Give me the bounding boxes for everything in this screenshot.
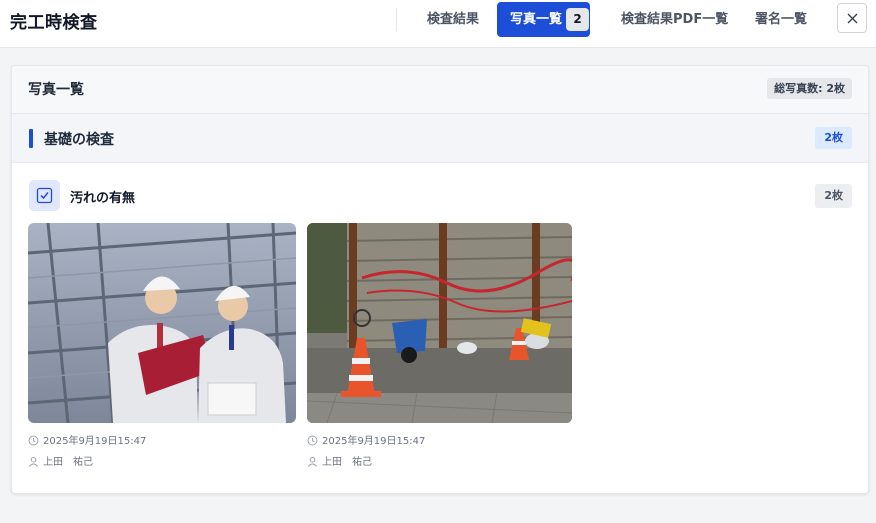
section-title: 基礎の検査 [44, 132, 114, 148]
tab-inspection-results[interactable]: 検査結果 [427, 2, 479, 37]
photo-count-badge: 2 [566, 8, 589, 31]
item-photo-count: 2枚 [815, 184, 852, 208]
tab-photo-list[interactable]: 写真一覧 2 [497, 2, 590, 37]
photo-workers-image [28, 223, 296, 423]
photo-1-user: 上田 祐己 [28, 453, 93, 468]
tab-signature-list[interactable]: 署名一覧 [755, 2, 807, 37]
section-header: 基礎の検査 2枚 [12, 114, 868, 163]
photo-list-panel: 写真一覧 総写真数: 2枚 基礎の検査 2枚 汚れの有無 2枚 2025年9月1… [11, 65, 869, 494]
photo-1-timestamp: 2025年9月19日15:47 [28, 432, 146, 447]
tab-photo-list-label: 写真一覧 [510, 12, 563, 27]
tab-results-pdf-list[interactable]: 検査結果PDF一覧 [621, 2, 728, 37]
photo-construction-image [307, 223, 572, 423]
photo-2-user: 上田 祐己 [307, 453, 372, 468]
user-icon [28, 456, 39, 467]
user-icon [307, 456, 318, 467]
checklist-icon [29, 180, 60, 211]
panel-header: 写真一覧 総写真数: 2枚 [12, 66, 868, 114]
clock-icon [307, 435, 318, 446]
close-button[interactable] [837, 3, 867, 33]
photo-thumbnail-1[interactable] [28, 223, 296, 423]
photo-thumbnail-2[interactable] [307, 223, 572, 423]
section-accent-bar [29, 129, 33, 148]
panel-title: 写真一覧 [28, 82, 84, 98]
total-photo-count: 総写真数: 2枚 [767, 78, 852, 99]
item-title: 汚れの有無 [70, 191, 136, 206]
divider [396, 8, 397, 31]
close-icon [847, 13, 858, 24]
top-bar: 完工時検査 検査結果 写真一覧 2 検査結果PDF一覧 署名一覧 [0, 0, 876, 48]
photo-2-timestamp: 2025年9月19日15:47 [307, 432, 425, 447]
page-title: 完工時検査 [10, 13, 98, 33]
clock-icon [28, 435, 39, 446]
section-photo-count: 2枚 [815, 127, 852, 149]
